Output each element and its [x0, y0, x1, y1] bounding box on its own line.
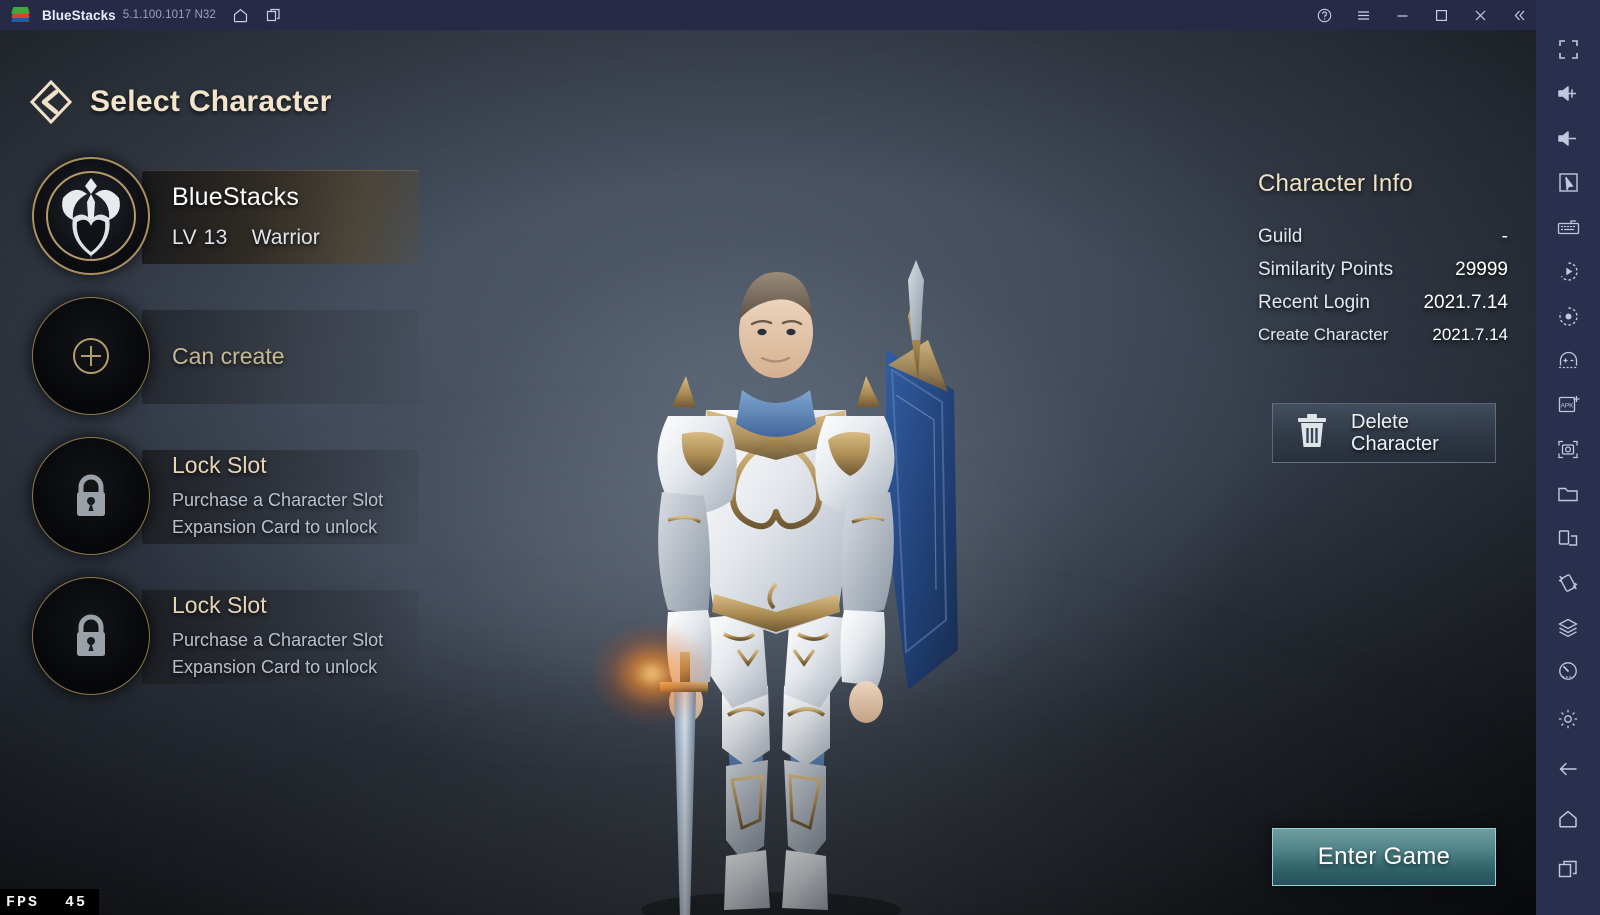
info-row-create-character: Create Character 2021.7.14 — [1258, 325, 1508, 345]
character-slot-locked-1[interactable]: Lock Slot Purchase a Character Slot Expa… — [32, 432, 427, 560]
lock-icon — [32, 577, 150, 695]
info-key: Guild — [1258, 226, 1303, 247]
info-value: 2021.7.14 — [1432, 325, 1508, 344]
bluestacks-sidebar: APK — [1536, 0, 1600, 915]
multi-instance-icon[interactable] — [1550, 523, 1586, 553]
back-icon[interactable] — [1550, 751, 1586, 787]
lock-desc-line-1: Purchase a Character Slot — [172, 490, 384, 511]
info-row-similarity-points: Similarity Points 29999 — [1258, 259, 1508, 281]
apk-install-icon[interactable]: APK — [1550, 390, 1586, 420]
help-icon[interactable] — [1316, 7, 1333, 24]
lock-slot-title: Lock Slot — [172, 592, 267, 619]
keyboard-icon[interactable] — [1550, 212, 1586, 242]
screenshot-icon[interactable] — [1550, 434, 1586, 464]
character-emblem-icon — [32, 157, 150, 275]
info-key: Similarity Points — [1258, 259, 1394, 280]
character-class: Warrior — [251, 225, 320, 249]
lock-desc-line-1: Purchase a Character Slot — [172, 630, 384, 651]
back-arrow-icon[interactable] — [29, 79, 73, 125]
lock-desc-line-2: Expansion Card to unlock — [172, 516, 378, 537]
page-header: Select Character — [29, 79, 332, 125]
info-row-guild: Guild - — [1258, 226, 1508, 248]
enter-game-label: Enter Game — [1317, 843, 1451, 870]
locked-slot-text: Lock Slot Purchase a Character Slot Expa… — [172, 592, 383, 679]
screen-record-icon[interactable] — [1550, 301, 1586, 331]
layers-icon[interactable] — [1550, 612, 1586, 642]
delete-label-line-2: Character — [1351, 433, 1439, 455]
home-icon[interactable] — [1550, 801, 1586, 837]
delete-character-label: Delete Character — [1351, 411, 1439, 456]
sidebar-bottom-group — [1550, 701, 1586, 915]
character-info-rows: Guild - Similarity Points 29999 Recent L… — [1258, 226, 1508, 345]
menu-icon[interactable] — [1355, 7, 1372, 24]
gamepad-icon[interactable] — [1550, 345, 1586, 375]
character-info-title: Character Info — [1258, 170, 1413, 197]
create-slot-label: Can create — [172, 342, 285, 369]
bluestacks-logo-icon — [10, 4, 32, 26]
recent-apps-icon[interactable] — [1550, 851, 1586, 887]
collapse-icon[interactable] — [1511, 7, 1528, 24]
info-row-recent-login: Recent Login 2021.7.14 — [1258, 292, 1508, 314]
bluestacks-window: BlueStacks 5.1.100.1017 N32 Select Chara… — [0, 0, 1600, 915]
info-key: Create Character — [1258, 325, 1389, 344]
fps-value: 45 — [65, 893, 88, 911]
character-artwork — [556, 220, 996, 915]
multi-instance-icon[interactable] — [265, 7, 282, 24]
locked-slot-text: Lock Slot Purchase a Character Slot Expa… — [172, 452, 383, 539]
titlebar: BlueStacks 5.1.100.1017 N32 — [0, 0, 1536, 30]
gear-icon[interactable] — [1550, 701, 1586, 737]
volume-up-icon[interactable] — [1550, 78, 1586, 108]
svg-text:APK: APK — [1560, 403, 1574, 410]
character-name: BlueStacks — [172, 182, 300, 211]
folder-icon[interactable] — [1550, 479, 1586, 509]
info-key: Recent Login — [1258, 292, 1370, 313]
character-level: LV 13 — [172, 225, 228, 249]
lock-icon — [32, 437, 150, 555]
fullscreen-icon[interactable] — [1550, 34, 1586, 64]
character-slot-locked-2[interactable]: Lock Slot Purchase a Character Slot Expa… — [32, 572, 427, 700]
info-value: - — [1501, 226, 1508, 247]
delete-character-button[interactable]: Delete Character — [1272, 403, 1496, 463]
character-meta: LV 13 Warrior — [172, 226, 320, 250]
volume-down-icon[interactable] — [1550, 123, 1586, 153]
app-version: 5.1.100.1017 N32 — [122, 9, 216, 21]
page-title: Select Character — [90, 85, 332, 118]
character-slot-text: BlueStacks LV 13 Warrior — [172, 183, 320, 250]
info-value: 2021.7.14 — [1423, 292, 1508, 313]
enter-game-button[interactable]: Enter Game — [1272, 828, 1496, 886]
app-title: BlueStacks — [42, 7, 116, 23]
shake-icon[interactable] — [1550, 568, 1586, 598]
lock-slot-description: Purchase a Character Slot Expansion Card… — [172, 627, 383, 679]
lock-slot-title: Lock Slot — [172, 452, 267, 479]
delete-label-line-1: Delete — [1351, 410, 1409, 433]
close-icon[interactable] — [1472, 7, 1489, 24]
cursor-icon[interactable] — [1550, 167, 1586, 197]
create-slot-text: Can create — [172, 343, 285, 370]
character-slot-create[interactable]: Can create — [32, 292, 427, 420]
character-info-panel: Character Info Guild - Similarity Points… — [1258, 170, 1508, 356]
info-value: 29999 — [1455, 259, 1508, 280]
character-slot-bluestacks[interactable]: BlueStacks LV 13 Warrior — [32, 152, 427, 280]
game-viewport: Select Character BlueStacks LV 13 Warrio… — [0, 30, 1536, 915]
fps-counter: FPS 45 — [0, 889, 100, 915]
minimize-icon[interactable] — [1394, 7, 1411, 24]
maximize-icon[interactable] — [1433, 7, 1450, 24]
performance-icon[interactable] — [1550, 657, 1586, 687]
macro-record-icon[interactable] — [1550, 256, 1586, 286]
lock-slot-description: Purchase a Character Slot Expansion Card… — [172, 487, 383, 539]
fps-label: FPS — [6, 893, 40, 911]
home-icon[interactable] — [232, 7, 249, 24]
character-slot-list: BlueStacks LV 13 Warrior Can create Lock… — [32, 152, 427, 712]
plus-icon — [32, 297, 150, 415]
trash-icon — [1295, 413, 1329, 454]
lock-desc-line-2: Expansion Card to unlock — [172, 656, 378, 677]
